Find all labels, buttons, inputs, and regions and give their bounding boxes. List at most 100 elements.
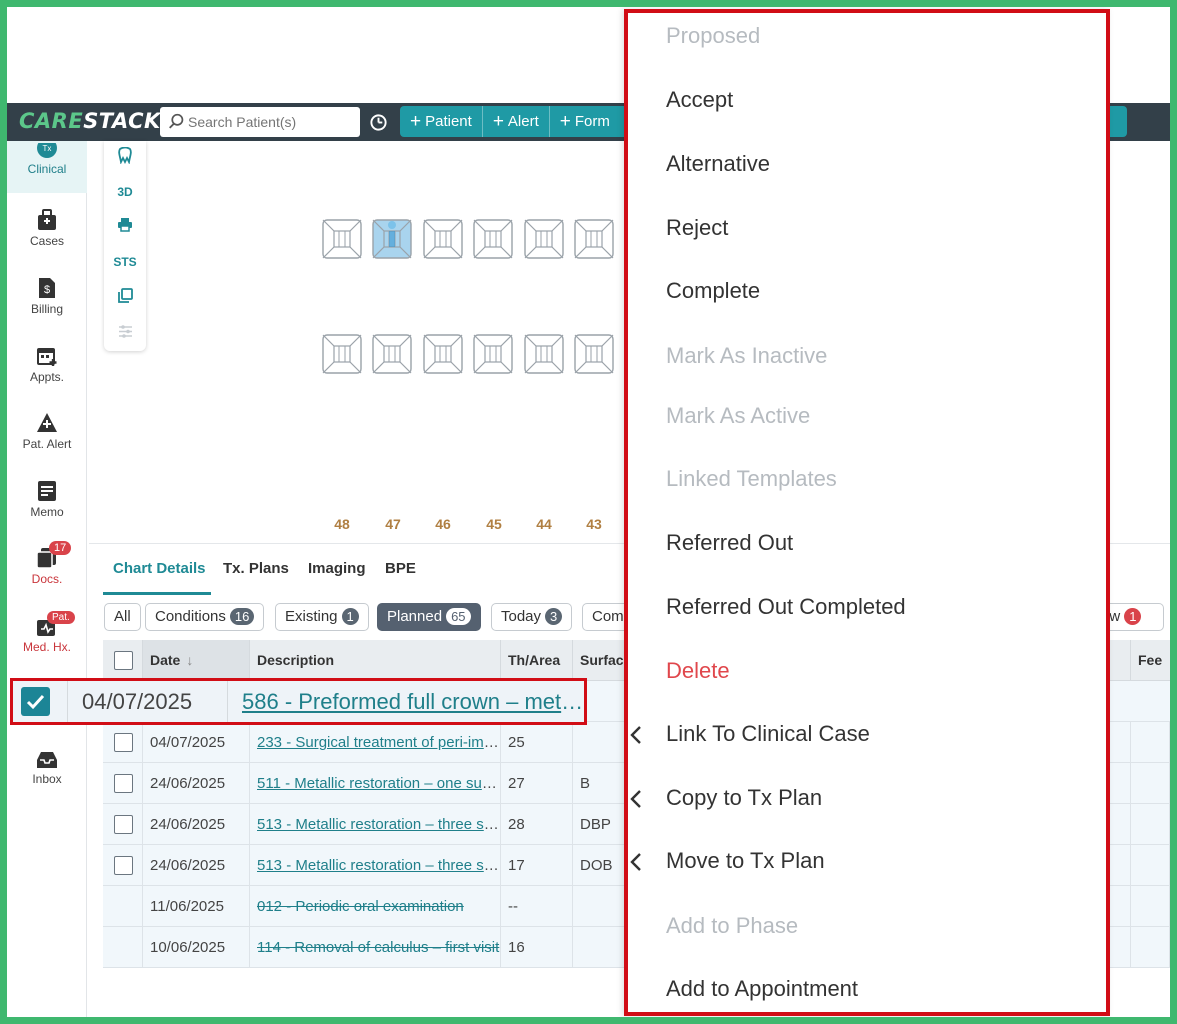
settings-tool[interactable] [104,324,146,342]
menu-item-complete[interactable]: Complete [666,278,760,304]
menu-item-link-to-clinical-case[interactable]: Link To Clinical Case [630,721,870,747]
tooth-number: 43 [586,516,602,532]
tooth-diagram[interactable] [372,334,412,374]
row-checkbox[interactable] [114,856,133,875]
sidebar-item-cases[interactable]: Cases [7,209,87,248]
tooth-tool[interactable] [104,146,146,167]
left-sidebar: Tx Clinical Cases $ Billing Appts. Pat. … [7,141,87,1017]
plus-icon: + [410,111,422,132]
tooth-diagram[interactable] [372,219,412,259]
filter-all[interactable]: All [104,603,141,631]
tooth-number: 48 [334,516,350,532]
add-alert-button[interactable]: + Alert [483,106,550,137]
print-icon [118,218,132,232]
tooth-diagram[interactable] [423,334,463,374]
tooth-diagram[interactable] [524,334,564,374]
menu-item-referred-out[interactable]: Referred Out [666,530,793,556]
row-checkbox[interactable] [114,815,133,834]
tooth-diagram[interactable] [423,219,463,259]
row-date: 11/06/2025 [143,886,250,927]
column-description[interactable]: Description [250,640,501,681]
filter-today[interactable]: Today 3 [491,603,573,631]
copy-tool[interactable] [104,288,146,306]
memo-icon [38,481,56,501]
tooth-number: 46 [435,516,451,532]
count-badge: 16 [229,608,255,625]
row-date: 04/07/2025 [143,722,250,763]
tooth-diagram[interactable] [473,219,513,259]
menu-item-mark-as-inactive: Mark As Inactive [666,343,828,368]
row-checkbox[interactable] [114,733,133,752]
row-description[interactable]: 511 - Metallic restoration – one surface [250,763,501,804]
menu-item-alternative[interactable]: Alternative [666,151,770,177]
add-patient-button[interactable]: + Patient [400,106,483,137]
tab-tx-plans[interactable]: Tx. Plans [223,560,289,577]
row-area: 28 [501,804,573,845]
menu-item-linked-templates: Linked Templates [666,466,837,491]
count-badge: 1 [341,608,359,625]
sidebar-item-pat-alert[interactable]: Pat. Alert [7,412,87,451]
tab-bpe[interactable]: BPE [385,560,416,577]
filter-planned[interactable]: Planned 65 [377,603,481,631]
row-description[interactable]: 233 - Surgical treatment of peri-implant [250,722,501,763]
selected-row-highlight[interactable]: 04/07/2025 586 - Preformed full crown – … [10,678,587,725]
tooth-diagram[interactable] [524,219,564,259]
print-tool[interactable] [104,217,146,235]
tooth-diagram[interactable] [473,334,513,374]
row-description[interactable]: 114 - Removal of calculus – first visit [250,927,501,968]
column-date[interactable]: Date ↓ [143,640,250,681]
menu-item-proposed: Proposed [666,23,761,48]
sidebar-item-docs[interactable]: 17 Docs. [7,541,87,586]
sidebar-item-med-hx[interactable]: Pat. Med. Hx. [7,611,87,654]
menu-item-add-to-appointment[interactable]: Add to Appointment [666,976,858,1002]
column-fee[interactable]: Fee [1130,640,1170,681]
sidebar-item-billing[interactable]: $ Billing [7,277,87,316]
row-date: 10/06/2025 [143,927,250,968]
calendar-icon [37,348,57,366]
row-description[interactable]: 513 - Metallic restoration – three surfa… [250,804,501,845]
sidebar-item-appts[interactable]: Appts. [7,345,87,384]
history-icon[interactable] [369,113,388,132]
sts-tool[interactable]: STS [104,255,146,269]
menu-item-reject[interactable]: Reject [666,215,728,241]
app-frame: CARESTACK +Patient +Alert +Form t Tx Cli… [7,7,1170,1017]
menu-item-referred-out-completed[interactable]: Referred Out Completed [666,594,906,620]
row-date: 24/06/2025 [143,845,250,886]
selected-row-description[interactable]: 586 - Preformed full crown – metallic [227,681,584,722]
inbox-icon [37,752,57,768]
3d-tool[interactable]: 3D [104,185,146,199]
selected-row-date: 04/07/2025 [67,681,227,722]
search-input[interactable] [188,107,356,137]
menu-item-copy-to-tx-plan[interactable]: Copy to Tx Plan [630,785,822,811]
sidebar-item-memo[interactable]: Memo [7,480,87,519]
filter-existing[interactable]: Existing 1 [275,603,369,631]
menu-item-delete[interactable]: Delete [666,658,730,684]
filter-conditions[interactable]: Conditions 16 [145,603,265,631]
tooth-diagram[interactable] [322,219,362,259]
sidebar-item-inbox[interactable]: Inbox [7,751,87,786]
patient-search[interactable] [160,107,360,137]
svg-text:Tx: Tx [43,144,52,153]
row-date: 24/06/2025 [143,763,250,804]
tooth-diagram[interactable] [574,219,614,259]
row-description[interactable]: 012 - Periodic oral examination [250,886,501,927]
tab-imaging[interactable]: Imaging [308,560,366,577]
plus-icon: + [492,111,504,132]
tooth-number: 44 [536,516,552,532]
selected-row-checkbox[interactable] [21,687,50,716]
carestack-logo[interactable]: CARESTACK [19,109,161,133]
column-area[interactable]: Th/Area [501,640,573,681]
select-all-checkbox[interactable] [114,651,133,670]
count-badge: 1 [1124,608,1142,625]
add-form-button[interactable]: + Form [550,106,620,137]
tab-chart-details[interactable]: Chart Details [113,560,206,577]
row-area: 16 [501,927,573,968]
menu-item-accept[interactable]: Accept [666,87,733,113]
sort-down-icon: ↓ [186,652,194,668]
tooth-diagram[interactable] [574,334,614,374]
menu-item-move-to-tx-plan[interactable]: Move to Tx Plan [630,848,825,874]
row-description[interactable]: 513 - Metallic restoration – three surfa… [250,845,501,886]
tooth-diagram[interactable] [322,334,362,374]
sidebar-item-clinical[interactable]: Tx Clinical [7,141,87,193]
row-checkbox[interactable] [114,774,133,793]
